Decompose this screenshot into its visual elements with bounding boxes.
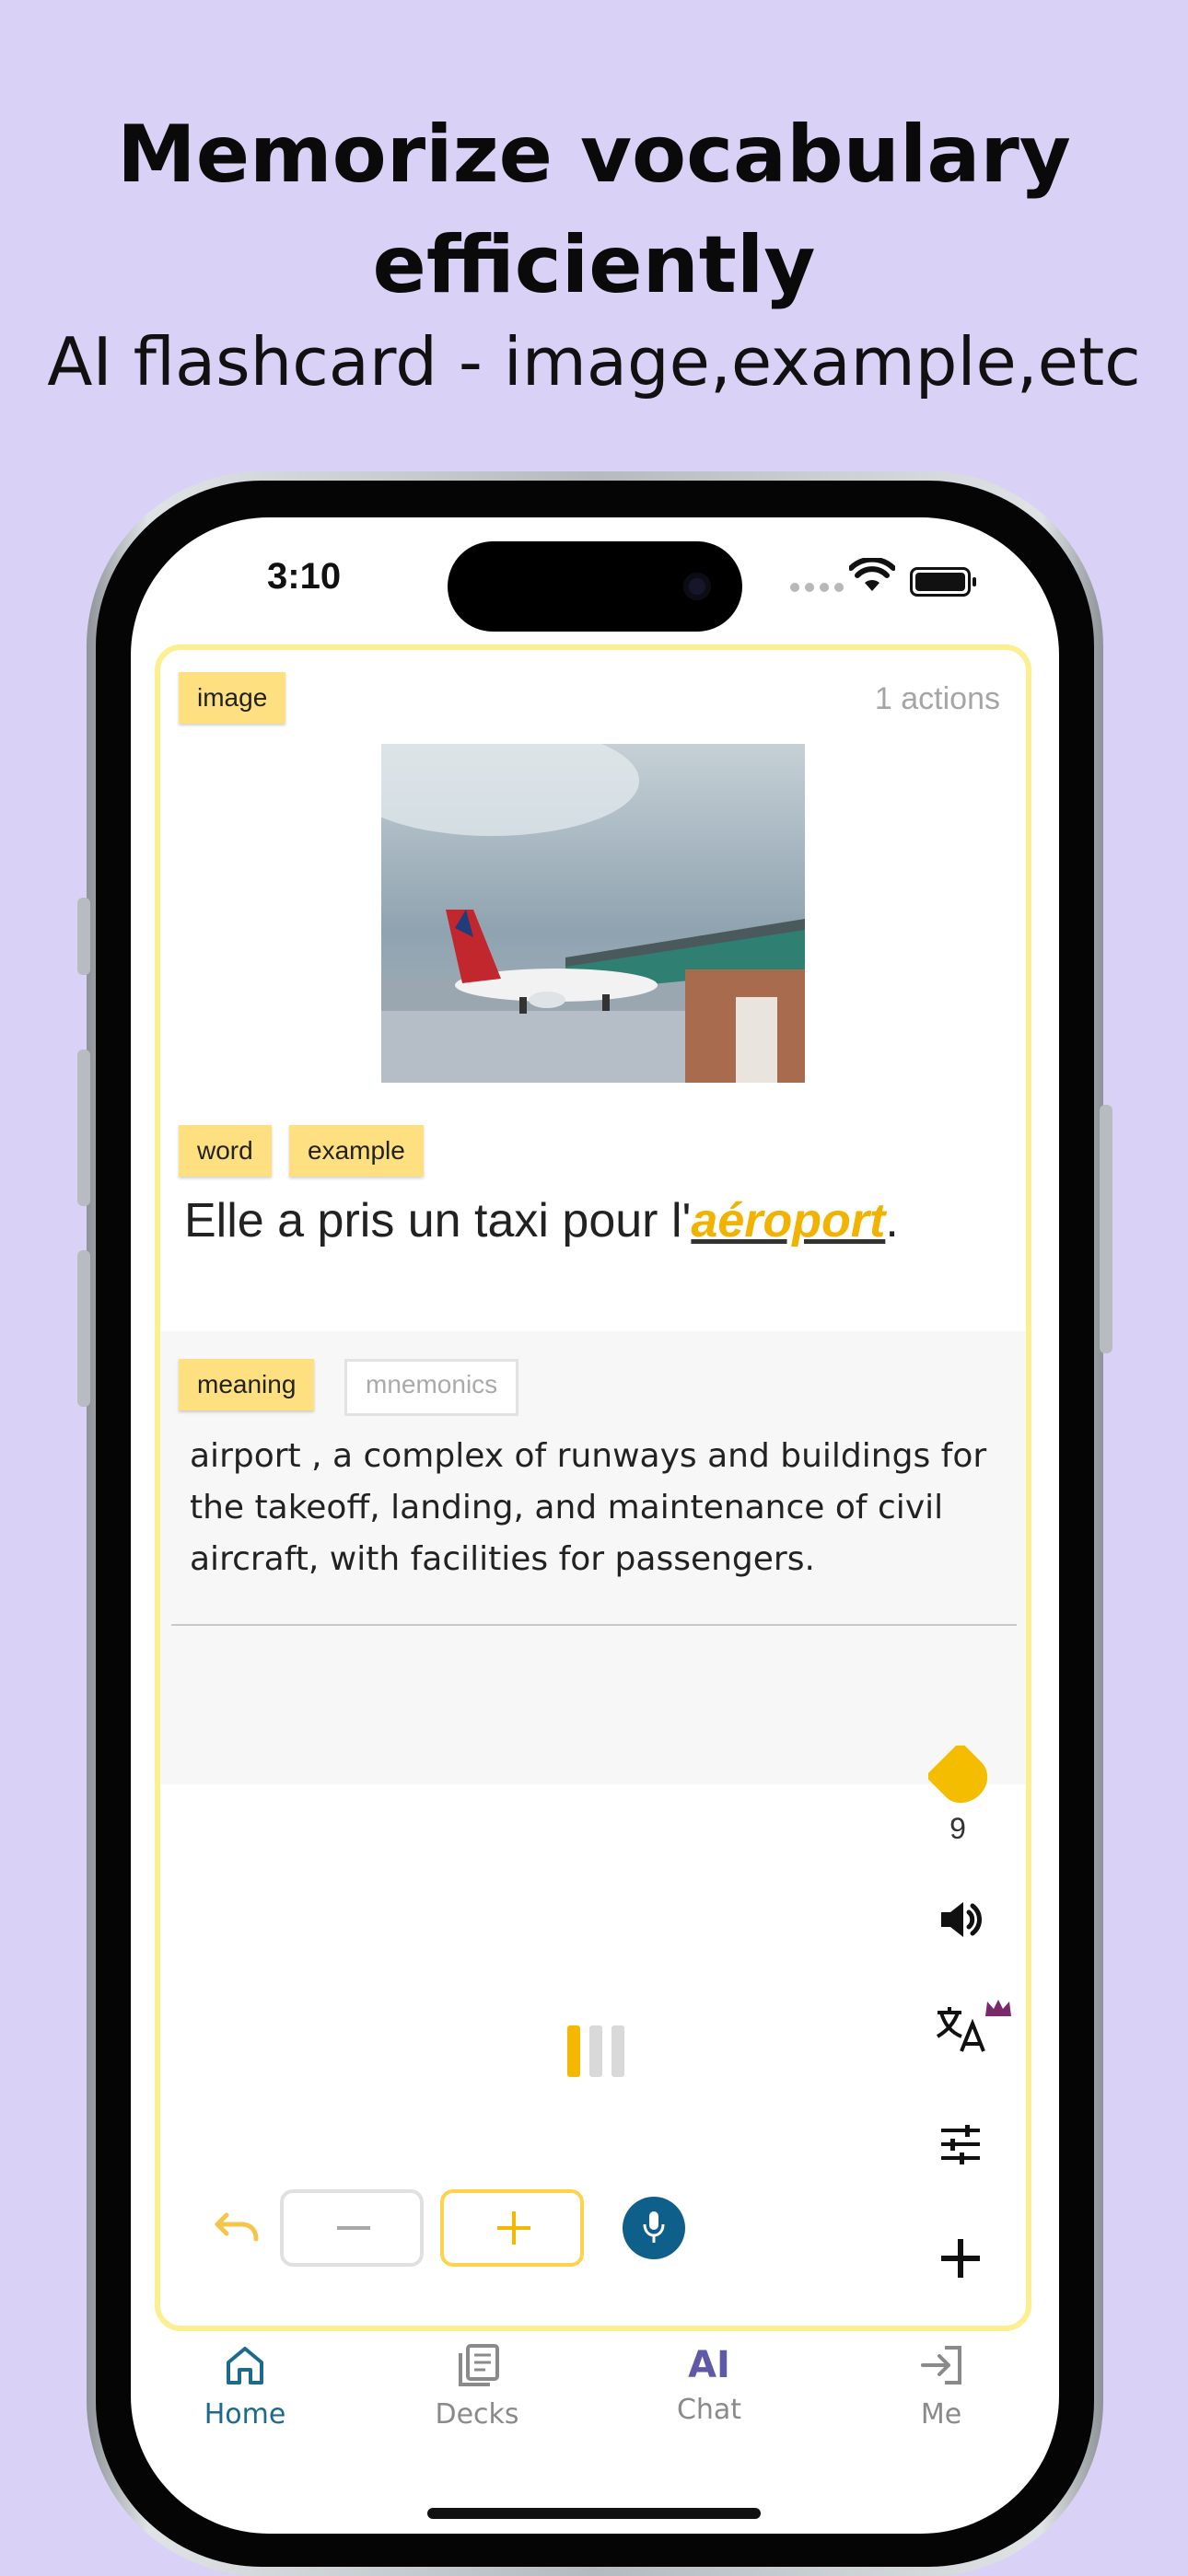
mnemonics-tag[interactable]: mnemonics <box>344 1359 519 1416</box>
login-icon <box>921 2346 961 2385</box>
bottom-navigation: Home Decks AI Chat Me <box>131 2344 1059 2482</box>
sentence-prefix: Elle a pris un taxi pour l' <box>184 1194 692 1247</box>
nav-label-me: Me <box>920 2398 962 2431</box>
minus-button[interactable] <box>280 2189 424 2267</box>
battery-icon <box>910 567 976 597</box>
microphone-icon <box>643 2211 665 2243</box>
front-camera <box>683 573 711 600</box>
promo-subhead: AI flashcard - image,example,etc <box>47 323 1141 400</box>
home-icon <box>227 2347 263 2385</box>
minus-icon <box>337 2226 370 2230</box>
progress-bar-2 <box>589 2025 602 2077</box>
volume-down-button <box>77 1250 90 1407</box>
tune-icon[interactable] <box>938 2123 984 2165</box>
headline-line-1: Memorize vocabulary <box>117 109 1071 201</box>
status-time: 3:10 <box>267 556 342 597</box>
volume-up-button <box>77 1050 90 1206</box>
power-button <box>1100 1105 1112 1353</box>
phone-screen: 3:10 image 1 actions word example Elle a… <box>131 517 1059 2534</box>
meaning-text: airport , a complex of runways and build… <box>190 1437 987 1578</box>
nav-item-decks[interactable]: Decks <box>394 2344 560 2431</box>
meaning-section: meaning mnemonics airport , a complex of… <box>160 1331 1026 1784</box>
plus-button[interactable] <box>440 2189 584 2267</box>
target-word[interactable]: aéroport <box>691 1194 885 1247</box>
promo-headline: Memorize vocabulary efficiently <box>0 99 1188 320</box>
decks-icon <box>459 2344 499 2386</box>
flashcard[interactable]: image 1 actions word example Elle a pris… <box>155 644 1031 2331</box>
progress-bar-3 <box>611 2025 624 2077</box>
sentence-suffix: . <box>885 1194 899 1247</box>
divider <box>171 1624 1017 1626</box>
plus-icon <box>497 2211 530 2245</box>
nav-label-home: Home <box>204 2398 286 2431</box>
headline-line-2: efficiently <box>372 219 816 311</box>
action-button <box>77 898 90 975</box>
flashcard-image <box>381 744 805 1083</box>
word-tag[interactable]: word <box>179 1125 272 1177</box>
example-tag[interactable]: example <box>289 1125 424 1177</box>
microphone-button[interactable] <box>623 2197 685 2259</box>
image-tag[interactable]: image <box>179 672 286 724</box>
progress-bar-1 <box>567 2025 580 2077</box>
home-indicator <box>427 2508 761 2519</box>
meaning-tag[interactable]: meaning <box>179 1359 315 1410</box>
signal-icon <box>790 580 849 597</box>
speaker-icon[interactable] <box>938 1898 984 1941</box>
example-sentence: Elle a pris un taxi pour l'aéroport. <box>184 1193 899 1248</box>
nav-item-chat[interactable]: AI Chat <box>626 2344 792 2426</box>
nav-item-me[interactable]: Me <box>858 2344 1024 2431</box>
nav-label-chat: Chat <box>676 2394 742 2426</box>
flag-count: 9 <box>949 1812 966 1845</box>
dynamic-island <box>448 541 742 632</box>
nav-item-home[interactable]: Home <box>162 2344 328 2431</box>
undo-icon[interactable] <box>214 2208 262 2245</box>
plus-icon[interactable] <box>938 2235 984 2281</box>
ai-icon: AI <box>688 2344 730 2386</box>
flag-icon[interactable] <box>928 1746 987 1804</box>
actions-count: 1 actions <box>874 681 1000 716</box>
translate-icon[interactable] <box>934 2003 987 2053</box>
nav-label-decks: Decks <box>435 2398 519 2431</box>
wifi-icon <box>849 558 895 591</box>
crown-icon <box>985 2000 1011 2016</box>
